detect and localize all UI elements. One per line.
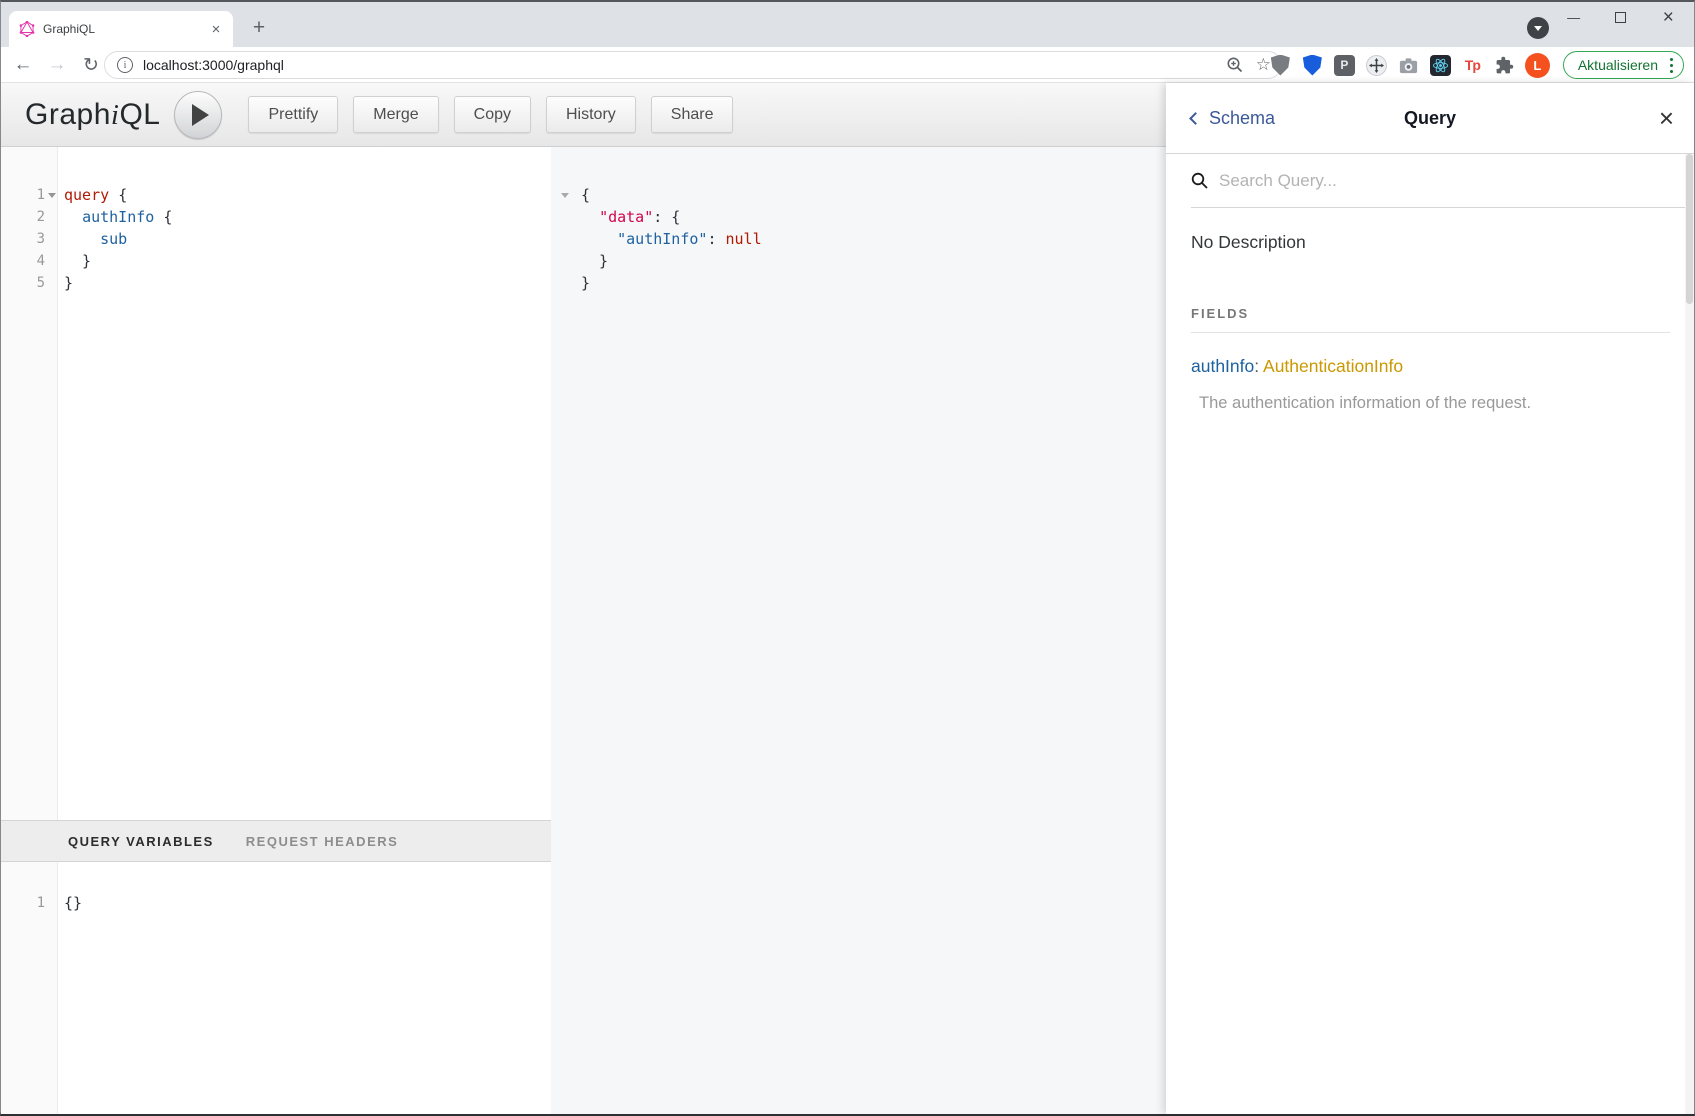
- site-info-icon[interactable]: i: [117, 57, 133, 73]
- url-text[interactable]: localhost:3000/graphql: [143, 57, 1226, 73]
- update-button-label: Aktualisieren: [1578, 57, 1658, 73]
- result-line-2: "data": {: [551, 206, 1168, 228]
- variables-line-1[interactable]: 1 {}: [1, 892, 551, 914]
- reload-button[interactable]: ↻: [77, 51, 105, 79]
- address-bar[interactable]: i localhost:3000/graphql ☆: [104, 51, 1282, 79]
- docs-panel: Query Schema × No Description FIELDS aut…: [1166, 83, 1694, 1114]
- screenshot-extension-icon[interactable]: [1397, 54, 1420, 77]
- type-description: No Description: [1191, 232, 1670, 253]
- tab-search-icon[interactable]: [1527, 17, 1549, 39]
- tab-title: GraphiQL: [43, 22, 207, 36]
- react-devtools-extension-icon[interactable]: [1429, 54, 1452, 77]
- window-minimize-button[interactable]: —: [1550, 2, 1597, 33]
- query-line-3[interactable]: 3 sub: [1, 228, 551, 250]
- editor-column: 1 query { 2 authInfo { 3 su: [1, 147, 551, 1114]
- query-line-4[interactable]: 4 }: [1, 250, 551, 272]
- scrollbar-thumb[interactable]: [1686, 154, 1693, 304]
- result-line-1: {: [551, 184, 1168, 206]
- field-name-link[interactable]: authInfo: [1191, 356, 1254, 376]
- maximize-icon: [1615, 12, 1626, 23]
- docs-header: Query Schema ×: [1166, 83, 1694, 154]
- fields-divider: [1191, 332, 1670, 333]
- window-maximize-button[interactable]: [1597, 2, 1644, 33]
- browser-tab-graphiql[interactable]: GraphiQL ×: [9, 11, 233, 47]
- docs-scrollbar[interactable]: [1685, 154, 1694, 1114]
- move-extension-icon[interactable]: [1365, 54, 1388, 77]
- tampermonkey-extension-icon[interactable]: Tp: [1461, 54, 1484, 77]
- tab-query-variables[interactable]: QUERY VARIABLES: [68, 834, 214, 849]
- prettify-button[interactable]: Prettify: [248, 96, 338, 133]
- fold-caret-icon[interactable]: [561, 193, 569, 198]
- play-icon: [192, 104, 209, 126]
- history-button[interactable]: History: [546, 96, 636, 133]
- p-extension-icon[interactable]: P: [1333, 54, 1356, 77]
- graphiql-app: GraphiQL Prettify Merge Copy History Sha…: [1, 83, 1694, 1114]
- zoom-icon[interactable]: [1226, 56, 1244, 74]
- field-entry-authinfo: authInfo: AuthenticationInfo: [1191, 356, 1670, 377]
- field-type-link[interactable]: AuthenticationInfo: [1263, 356, 1403, 376]
- result-line-3: "authInfo": null: [551, 228, 1168, 250]
- graphql-logo-icon: [19, 21, 35, 37]
- result-line-4: }: [551, 250, 1168, 272]
- profile-avatar[interactable]: L: [1525, 53, 1550, 78]
- browser-window: GraphiQL × + — × ← → ↻ i localhost:3000/…: [0, 0, 1695, 1116]
- bitwarden-extension-icon[interactable]: [1301, 54, 1324, 77]
- tab-strip: GraphiQL × + — ×: [1, 2, 1694, 47]
- query-editor[interactable]: 1 query { 2 authInfo { 3 su: [1, 147, 551, 820]
- query-line-1[interactable]: 1 query {: [1, 184, 551, 206]
- variables-editor[interactable]: 1 {}: [1, 862, 551, 1114]
- fields-section-header: FIELDS: [1191, 306, 1670, 321]
- docs-search-input[interactable]: [1219, 171, 1599, 191]
- window-close-button[interactable]: ×: [1645, 2, 1692, 33]
- docs-title: Query: [1166, 108, 1694, 129]
- share-button[interactable]: Share: [651, 96, 734, 133]
- tab-request-headers[interactable]: REQUEST HEADERS: [246, 834, 399, 849]
- search-icon: [1191, 172, 1209, 190]
- graphiql-topbar: GraphiQL Prettify Merge Copy History Sha…: [1, 83, 1168, 147]
- query-line-2[interactable]: 2 authInfo {: [1, 206, 551, 228]
- result-line-5: }: [551, 272, 1168, 294]
- query-line-5[interactable]: 5 }: [1, 272, 551, 294]
- ublock-extension-icon[interactable]: [1269, 54, 1292, 77]
- graphiql-logo: GraphiQL: [25, 98, 160, 132]
- docs-close-button[interactable]: ×: [1659, 83, 1674, 154]
- docs-search-row: [1191, 154, 1694, 208]
- forward-button: →: [43, 51, 71, 79]
- fold-caret-icon[interactable]: [48, 193, 56, 198]
- new-tab-button[interactable]: +: [245, 14, 273, 42]
- field-description: The authentication information of the re…: [1199, 394, 1670, 413]
- merge-button[interactable]: Merge: [353, 96, 438, 133]
- extensions-puzzle-icon[interactable]: [1493, 54, 1516, 77]
- variables-section-bar: QUERY VARIABLES REQUEST HEADERS: [1, 820, 551, 862]
- tab-close-icon[interactable]: ×: [207, 20, 225, 38]
- menu-dots-icon[interactable]: [1670, 58, 1673, 73]
- copy-button[interactable]: Copy: [454, 96, 531, 133]
- execute-query-button[interactable]: [174, 91, 222, 139]
- result-viewer[interactable]: { "data": { "authInfo": null } }: [551, 147, 1168, 1114]
- browser-toolbar: ← → ↻ i localhost:3000/graphql ☆ P: [1, 47, 1694, 83]
- window-controls: — ×: [1550, 2, 1692, 33]
- back-button[interactable]: ←: [9, 51, 37, 79]
- browser-update-button[interactable]: Aktualisieren: [1563, 51, 1684, 79]
